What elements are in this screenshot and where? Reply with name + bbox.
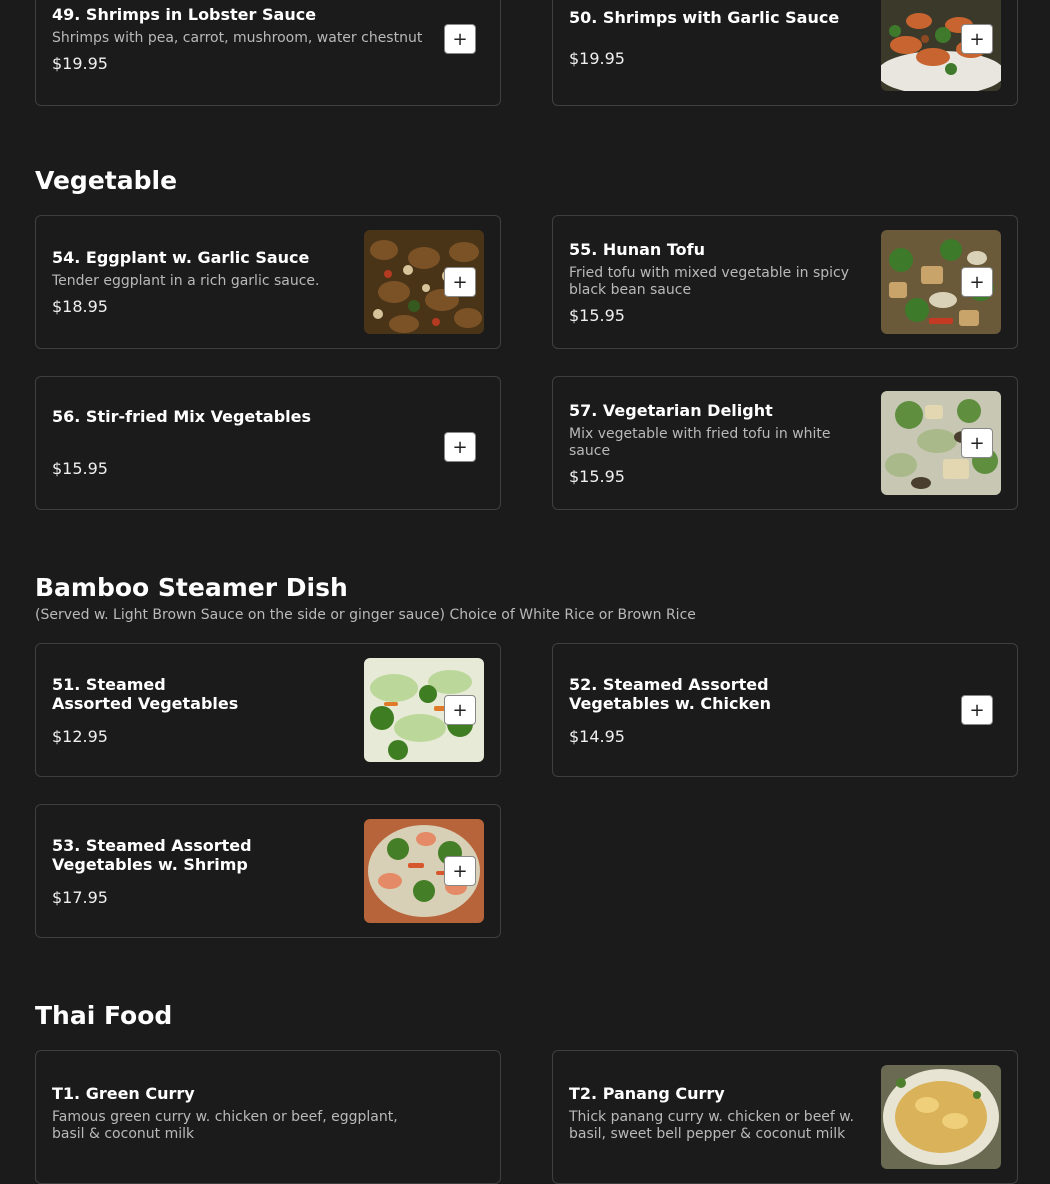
menu-item-51[interactable]: 51. Steamed Assorted Vegetables $12.95 +	[35, 643, 501, 777]
menu-item-50[interactable]: 50. Shrimps with Garlic Sauce $19.95 +	[552, 0, 1018, 106]
item-name: T2. Panang Curry	[569, 1084, 725, 1103]
item-name: 53. Steamed Assorted Vegetables w. Shrim…	[52, 835, 252, 874]
add-to-cart-button[interactable]: +	[961, 24, 993, 54]
add-to-cart-button[interactable]: +	[444, 24, 476, 54]
section-title-vegetable: Vegetable	[35, 166, 178, 195]
menu-item-55[interactable]: 55. Hunan Tofu Fried tofu with mixed veg…	[552, 215, 1018, 349]
section-subtitle: (Served w. Light Brown Sauce on the side…	[35, 607, 696, 623]
item-price: $18.95	[52, 297, 108, 316]
section-title-thai-food: Thai Food	[35, 1001, 173, 1030]
item-price: $19.95	[569, 49, 625, 68]
item-name: 56. Stir-fried Mix Vegetables	[52, 406, 312, 426]
item-price: $14.95	[569, 726, 625, 746]
item-price: $15.95	[52, 458, 108, 478]
menu-item-54[interactable]: 54. Eggplant w. Garlic Sauce Tender eggp…	[35, 215, 501, 349]
add-to-cart-button[interactable]: +	[444, 432, 476, 462]
item-name: 50. Shrimps with Garlic Sauce	[569, 8, 840, 27]
menu-item-57[interactable]: 57. Vegetarian Delight Mix vegetable wit…	[552, 376, 1018, 510]
item-price: $19.95	[52, 54, 108, 73]
item-name: T1. Green Curry	[52, 1084, 195, 1103]
item-description: Fried tofu with mixed vegetable in spicy…	[569, 264, 849, 298]
menu-item-t2[interactable]: T2. Panang Curry Thick panang curry w. c…	[552, 1050, 1018, 1184]
add-to-cart-button[interactable]: +	[444, 695, 476, 725]
item-name: 55. Hunan Tofu	[569, 239, 705, 259]
menu-item-56[interactable]: 56. Stir-fried Mix Vegetables $15.95 +	[35, 376, 501, 510]
item-name: 54. Eggplant w. Garlic Sauce	[52, 248, 310, 267]
item-description: Tender eggplant in a rich garlic sauce.	[52, 273, 320, 289]
item-description: Thick panang curry w. chicken or beef w.…	[569, 1109, 854, 1142]
item-name: 51. Steamed Assorted Vegetables	[52, 674, 239, 713]
item-name: 57. Vegetarian Delight	[569, 400, 773, 420]
add-to-cart-button[interactable]: +	[444, 856, 476, 886]
item-name: 52. Steamed Assorted Vegetables w. Chick…	[569, 674, 771, 713]
item-description: Shrimps with pea, carrot, mushroom, wate…	[52, 30, 423, 46]
item-price: $12.95	[52, 726, 108, 746]
dish-photo	[881, 1065, 1001, 1169]
menu-item-53[interactable]: 53. Steamed Assorted Vegetables w. Shrim…	[35, 804, 501, 938]
menu-item-52[interactable]: 52. Steamed Assorted Vegetables w. Chick…	[552, 643, 1018, 777]
item-price: $15.95	[569, 466, 625, 486]
item-price: $15.95	[569, 305, 625, 325]
add-to-cart-button[interactable]: +	[961, 695, 993, 725]
add-to-cart-button[interactable]: +	[961, 428, 993, 458]
menu-item-t1[interactable]: T1. Green Curry Famous green curry w. ch…	[35, 1050, 501, 1184]
item-description: Famous green curry w. chicken or beef, e…	[52, 1109, 398, 1142]
item-price: $17.95	[52, 887, 108, 907]
menu-item-49[interactable]: 49. Shrimps in Lobster Sauce Shrimps wit…	[35, 0, 501, 106]
item-name: 49. Shrimps in Lobster Sauce	[52, 5, 317, 24]
add-to-cart-button[interactable]: +	[444, 267, 476, 297]
item-description: Mix vegetable with fried tofu in white s…	[569, 425, 831, 459]
add-to-cart-button[interactable]: +	[961, 267, 993, 297]
section-title-bamboo-steamer: Bamboo Steamer Dish	[35, 573, 348, 602]
